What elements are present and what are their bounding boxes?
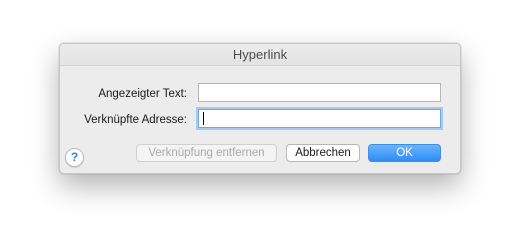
display-text-field[interactable] — [198, 83, 441, 102]
dialog-titlebar: Hyperlink — [60, 44, 460, 66]
text-caret — [203, 112, 204, 125]
dialog-title: Hyperlink — [232, 47, 288, 62]
ok-button[interactable]: OK — [368, 144, 441, 162]
display-text-label: Angezeigter Text: — [98, 88, 187, 100]
cancel-button[interactable]: Abbrechen — [286, 144, 360, 162]
remove-link-button[interactable]: Verknüpfung entfernen — [136, 144, 277, 162]
help-button[interactable]: ? — [65, 148, 84, 167]
hyperlink-dialog: Hyperlink Angezeigter Text: Verknüpfte A… — [59, 43, 461, 174]
help-icon: ? — [70, 150, 79, 164]
linked-address-label: Verknüpfte Adresse: — [84, 114, 187, 126]
linked-address-field[interactable] — [198, 109, 441, 128]
